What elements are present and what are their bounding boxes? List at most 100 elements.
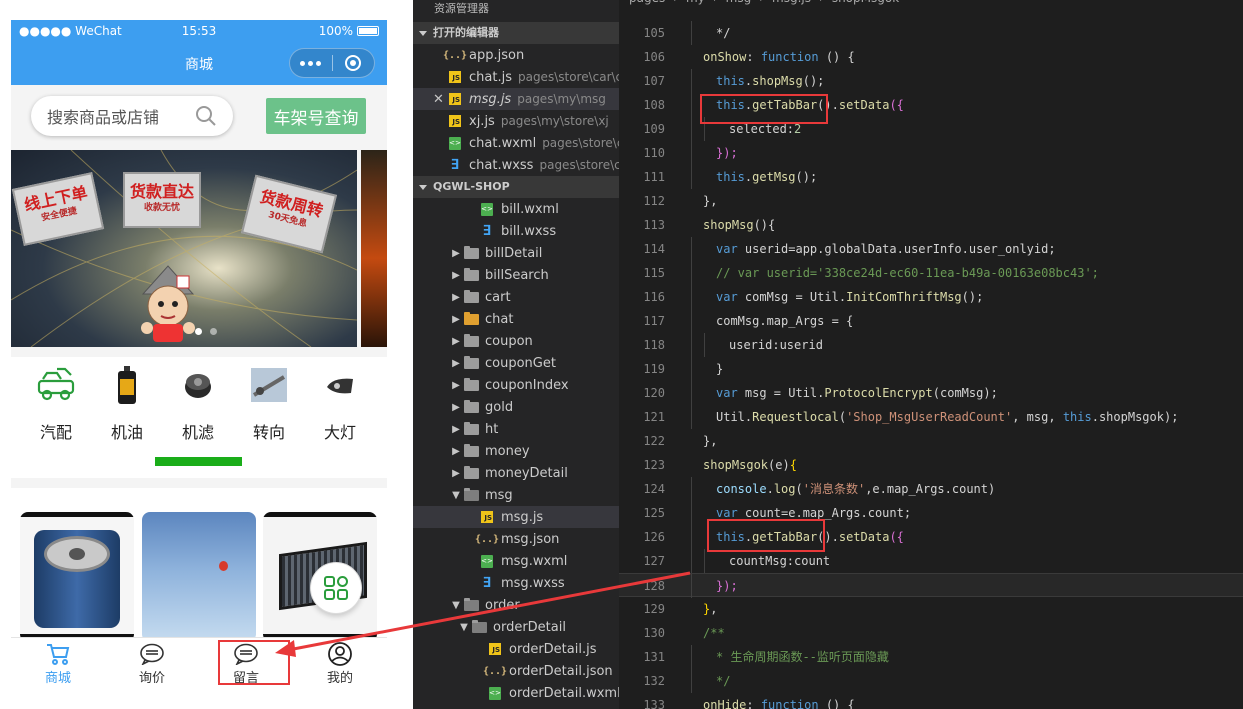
code-line[interactable]: 113 shopMsg(){ — [619, 213, 1243, 237]
open-editors-header[interactable]: 打开的编辑器 — [413, 22, 619, 44]
code-line[interactable]: 119} — [619, 357, 1243, 381]
tree-file[interactable]: {..} orderDetail.json — [413, 660, 619, 682]
project-header[interactable]: QGWL-SHOP — [413, 176, 619, 198]
code-line[interactable]: 120 var msg = Util.ProtocolEncrypt(comMsg… — [619, 381, 1243, 405]
tree-file[interactable]: orderDetail.wxml — [413, 682, 619, 704]
tree-file[interactable]: msg.wxml — [413, 550, 619, 572]
tree-file[interactable]: ∃ bill.wxss — [413, 220, 619, 242]
code-token: // var userid='338ce24d-ec60-11ea-b49a-0… — [716, 266, 1099, 280]
code-editor[interactable]: pages › my › msg › msg.js › shopMsgok 105 */ 106 on… — [619, 0, 1243, 709]
code-line[interactable]: 132 */ — [619, 669, 1243, 693]
floating-grid-button[interactable] — [310, 562, 362, 614]
breadcrumb-item[interactable]: my — [686, 0, 705, 4]
tree-folder[interactable]: ▶ couponGet — [413, 352, 619, 374]
category-steering[interactable]: 转向 — [239, 365, 299, 443]
breadcrumb-item[interactable]: msg.js — [772, 0, 811, 4]
code-text: // var userid='338ce24d-ec60-11ea-b49a-0… — [716, 261, 1099, 285]
code-line[interactable]: 111 this.getMsg(); — [619, 165, 1243, 189]
category-oil-filter[interactable]: 机滤 — [168, 365, 228, 443]
banner-dot-active[interactable] — [195, 328, 202, 335]
folder-icon — [463, 289, 479, 303]
code-line[interactable]: 112}, — [619, 189, 1243, 213]
tree-folder[interactable]: ▶ coupon — [413, 330, 619, 352]
open-editor-item[interactable]: chat.wxml pages\store\c... — [413, 132, 619, 154]
indent-guide — [691, 93, 692, 117]
tree-folder[interactable]: ▶ ht — [413, 418, 619, 440]
tree-file[interactable]: JS orderDetail.js — [413, 638, 619, 660]
open-editor-item[interactable]: {..} app.json — [413, 44, 619, 66]
vin-search-button[interactable]: 车架号查询 — [266, 98, 366, 134]
category-auto-parts[interactable]: 汽配 — [26, 365, 86, 443]
tree-file[interactable]: {..} msg.json — [413, 528, 619, 550]
open-editor-item[interactable]: JS xj.js pages\my\store\xj — [413, 110, 619, 132]
oil-filter-icon — [178, 365, 218, 405]
code-line[interactable]: 122}, — [619, 429, 1243, 453]
tree-folder[interactable]: ▶ moneyDetail — [413, 462, 619, 484]
code-line[interactable]: 107 this.shopMsg(); — [619, 69, 1243, 93]
tree-folder[interactable]: ▶ billDetail — [413, 242, 619, 264]
banner-dot[interactable] — [210, 328, 217, 335]
tree-folder[interactable]: ▼ msg — [413, 484, 619, 506]
code-token: function — [760, 698, 819, 709]
breadcrumb-item[interactable]: shopMsgok — [832, 0, 899, 4]
code-line[interactable]: 116 var comMsg = Util.InitComThriftMsg(); — [619, 285, 1243, 309]
tree-file[interactable]: bill.wxml — [413, 198, 619, 220]
indent-guide — [691, 357, 692, 381]
code-line[interactable]: 110}); — [619, 141, 1243, 165]
code-line[interactable]: 106 onShow: function () { — [619, 45, 1243, 69]
tree-folder[interactable]: ▼ orderDetail — [413, 616, 619, 638]
tree-folder[interactable]: ▶ billSearch — [413, 264, 619, 286]
open-editor-item[interactable]: ∃ chat.wxss pages\store\ca... — [413, 154, 619, 176]
code-line[interactable]: 123 shopMsgok(e){ — [619, 453, 1243, 477]
tree-file[interactable]: JS msg.js — [413, 506, 619, 528]
promo-banner[interactable]: 线上下单 安全便捷 货款直达 收款无忧 货款周转 30天免息 — [11, 150, 387, 347]
tree-file[interactable]: ∃ msg.wxss — [413, 572, 619, 594]
folder-icon — [463, 399, 479, 413]
code-line[interactable]: 129}, — [619, 597, 1243, 621]
line-number: 126 — [643, 530, 665, 544]
code-token: ( — [795, 482, 803, 496]
tree-folder[interactable]: ▼ order — [413, 594, 619, 616]
close-miniprogram-button[interactable] — [333, 49, 375, 77]
annotation-box-gettabbar-1 — [700, 94, 828, 124]
tab-mine[interactable]: 我的 — [293, 642, 387, 686]
code-line[interactable]: 121 Util.Requestlocal('Shop_MsgUserReadCo… — [619, 405, 1243, 429]
tree-folder[interactable]: ▶ gold — [413, 396, 619, 418]
tab-shop[interactable]: 商城 — [11, 642, 105, 686]
close-icon[interactable]: ✕ — [433, 92, 444, 107]
breadcrumb-item[interactable]: pages — [629, 0, 665, 4]
product-card-oil-filter[interactable] — [20, 512, 134, 642]
battery-indicator: 100% — [319, 24, 379, 38]
tree-folder[interactable]: ▶ cart — [413, 286, 619, 308]
tree-folder[interactable]: ▶ chat — [413, 308, 619, 330]
chevron-right-icon: ▶ — [452, 467, 460, 479]
code-line[interactable]: 127 countMsg:count — [619, 549, 1243, 573]
more-menu-button[interactable] — [290, 49, 332, 77]
product-card-sky[interactable] — [142, 512, 256, 642]
category-engine-oil[interactable]: 机油 — [97, 365, 157, 443]
code-line[interactable]: 131 * 生命周期函数--监听页面隐藏 — [619, 645, 1243, 669]
code-line[interactable]: 133 onHide: function () { — [619, 693, 1243, 709]
code-line[interactable]: 118 userid:userid — [619, 333, 1243, 357]
code-line[interactable]: 114 var userid=app.globalData.userInfo.us… — [619, 237, 1243, 261]
headlight-icon — [320, 365, 360, 405]
code-text: var msg = Util.ProtocolEncrypt(comMsg); — [716, 381, 998, 405]
category-headlight[interactable]: 大灯 — [310, 365, 370, 443]
code-line[interactable]: 117 comMsg.map_Args = { — [619, 309, 1243, 333]
tree-folder[interactable]: ▶ money — [413, 440, 619, 462]
search-input[interactable]: 搜索商品或店铺 — [31, 96, 233, 136]
code-line[interactable]: 128}); — [619, 573, 1243, 598]
tree-folder[interactable]: ▶ couponIndex — [413, 374, 619, 396]
breadcrumb-item[interactable]: msg — [726, 0, 752, 4]
open-editor-item[interactable]: ✕ JS msg.js pages\my\msg — [413, 88, 619, 110]
file-name: ht — [485, 421, 499, 437]
code-line[interactable]: 124 console.log('消息条数',e.map_Args.count) — [619, 477, 1243, 501]
open-editor-item[interactable]: JS chat.js pages\store\car\ch... — [413, 66, 619, 88]
code-token: ProtocolEncrypt — [824, 386, 933, 400]
file-name: order — [485, 597, 520, 613]
line-number: 106 — [643, 50, 665, 64]
tab-inquiry[interactable]: 询价 — [105, 642, 199, 686]
code-line[interactable]: 130 /** — [619, 621, 1243, 645]
code-line[interactable]: 115 // var userid='338ce24d-ec60-11ea-b49… — [619, 261, 1243, 285]
code-line[interactable]: 105 */ — [619, 21, 1243, 45]
